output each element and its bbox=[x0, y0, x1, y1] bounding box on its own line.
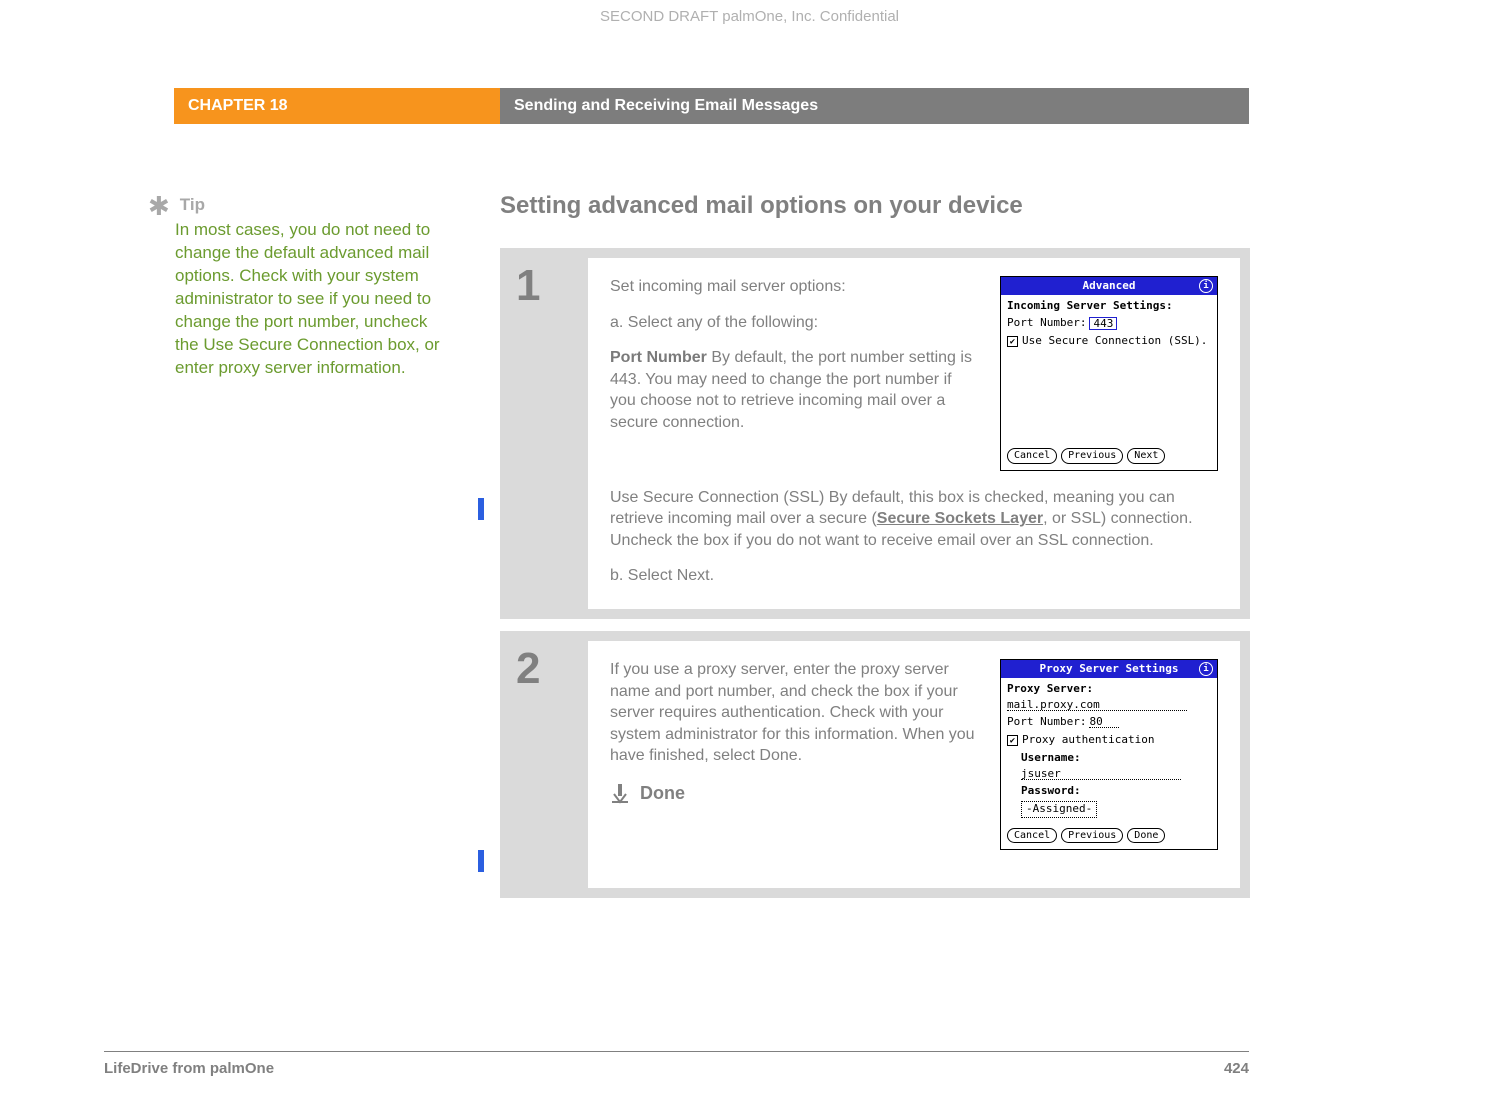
proxy-section: Proxy Server: bbox=[1007, 682, 1211, 697]
step1-intro: Set incoming mail server options: bbox=[610, 276, 978, 298]
done-label: Done bbox=[640, 781, 685, 805]
auth-checkbox[interactable]: ✔ bbox=[1007, 735, 1018, 746]
auth-label: Proxy authentication bbox=[1022, 733, 1154, 748]
change-bar-icon bbox=[478, 850, 484, 872]
advanced-dialog: Advanced i Incoming Server Settings: Por… bbox=[1000, 276, 1218, 471]
username-input[interactable]: jsuser bbox=[1021, 768, 1181, 780]
info-icon[interactable]: i bbox=[1199, 279, 1213, 293]
chapter-label: CHAPTER 18 bbox=[174, 88, 500, 124]
done-arrow-icon bbox=[610, 782, 630, 804]
ssl-link[interactable]: Secure Sockets Layer bbox=[877, 510, 1043, 527]
username-label: Username: bbox=[1021, 751, 1211, 766]
next-button[interactable]: Next bbox=[1127, 448, 1165, 464]
watermark-text: SECOND DRAFT palmOne, Inc. Confidential bbox=[0, 8, 1499, 25]
step1-ssl: Use Secure Connection (SSL) By default, … bbox=[610, 487, 1218, 552]
port-input[interactable]: 443 bbox=[1089, 317, 1117, 330]
tip-heading: Tip bbox=[180, 195, 205, 217]
section-title: Setting advanced mail options on your de… bbox=[500, 192, 1250, 220]
tip-sidebar: ✱ Tip In most cases, you do not need to … bbox=[148, 195, 444, 380]
ssl-label: Use Secure Connection (SSL). bbox=[1022, 334, 1207, 349]
footer-page-number: 424 bbox=[1224, 1060, 1249, 1077]
done-button[interactable]: Done bbox=[1127, 828, 1165, 844]
dialog-titlebar: Proxy Server Settings i bbox=[1001, 660, 1217, 678]
proxy-port-label: Port Number: bbox=[1007, 715, 1086, 730]
port-number-label: Port Number bbox=[610, 349, 707, 366]
header-bar: CHAPTER 18 Sending and Receiving Email M… bbox=[0, 88, 1499, 124]
footer-product: LifeDrive from palmOne bbox=[104, 1060, 274, 1077]
step2-body: If you use a proxy server, enter the pro… bbox=[610, 659, 978, 767]
dialog-section: Incoming Server Settings: bbox=[1007, 299, 1211, 314]
tip-body: In most cases, you do not need to change… bbox=[175, 219, 444, 380]
step-number: 1 bbox=[510, 258, 588, 308]
step-1: 1 Set incoming mail server options: a. S… bbox=[500, 248, 1250, 619]
cancel-button[interactable]: Cancel bbox=[1007, 448, 1057, 464]
step-number: 2 bbox=[510, 641, 588, 691]
tip-asterisk-icon: ✱ bbox=[148, 195, 170, 217]
step1-b: b. Select Next. bbox=[610, 565, 1218, 587]
step-2: 2 If you use a proxy server, enter the p… bbox=[500, 631, 1250, 898]
dialog-title: Advanced bbox=[1083, 279, 1136, 294]
previous-button[interactable]: Previous bbox=[1061, 828, 1123, 844]
proxy-dialog: Proxy Server Settings i Proxy Server: ma… bbox=[1000, 659, 1218, 850]
chapter-title: Sending and Receiving Email Messages bbox=[500, 88, 1249, 124]
page-footer: LifeDrive from palmOne 424 bbox=[104, 1051, 1249, 1077]
password-input[interactable]: -Assigned- bbox=[1021, 801, 1097, 818]
ssl-checkbox[interactable]: ✔ bbox=[1007, 336, 1018, 347]
password-label: Password: bbox=[1021, 784, 1211, 799]
change-bar-icon bbox=[478, 498, 484, 520]
previous-button[interactable]: Previous bbox=[1061, 448, 1123, 464]
proxy-server-input[interactable]: mail.proxy.com bbox=[1007, 699, 1187, 711]
done-row: Done bbox=[610, 781, 978, 805]
info-icon[interactable]: i bbox=[1199, 662, 1213, 676]
step1-a: a. Select any of the following: bbox=[610, 312, 978, 334]
step1-port: Port Number By default, the port number … bbox=[610, 347, 978, 433]
dialog-titlebar: Advanced i bbox=[1001, 277, 1217, 295]
header-spacer bbox=[0, 88, 174, 124]
ssl-heading: Use Secure Connection (SSL) bbox=[610, 489, 824, 506]
dialog-title: Proxy Server Settings bbox=[1039, 662, 1178, 677]
port-label: Port Number: bbox=[1007, 316, 1086, 331]
main-content: Setting advanced mail options on your de… bbox=[500, 192, 1250, 910]
proxy-port-input[interactable]: 80 bbox=[1089, 716, 1119, 728]
cancel-button[interactable]: Cancel bbox=[1007, 828, 1057, 844]
